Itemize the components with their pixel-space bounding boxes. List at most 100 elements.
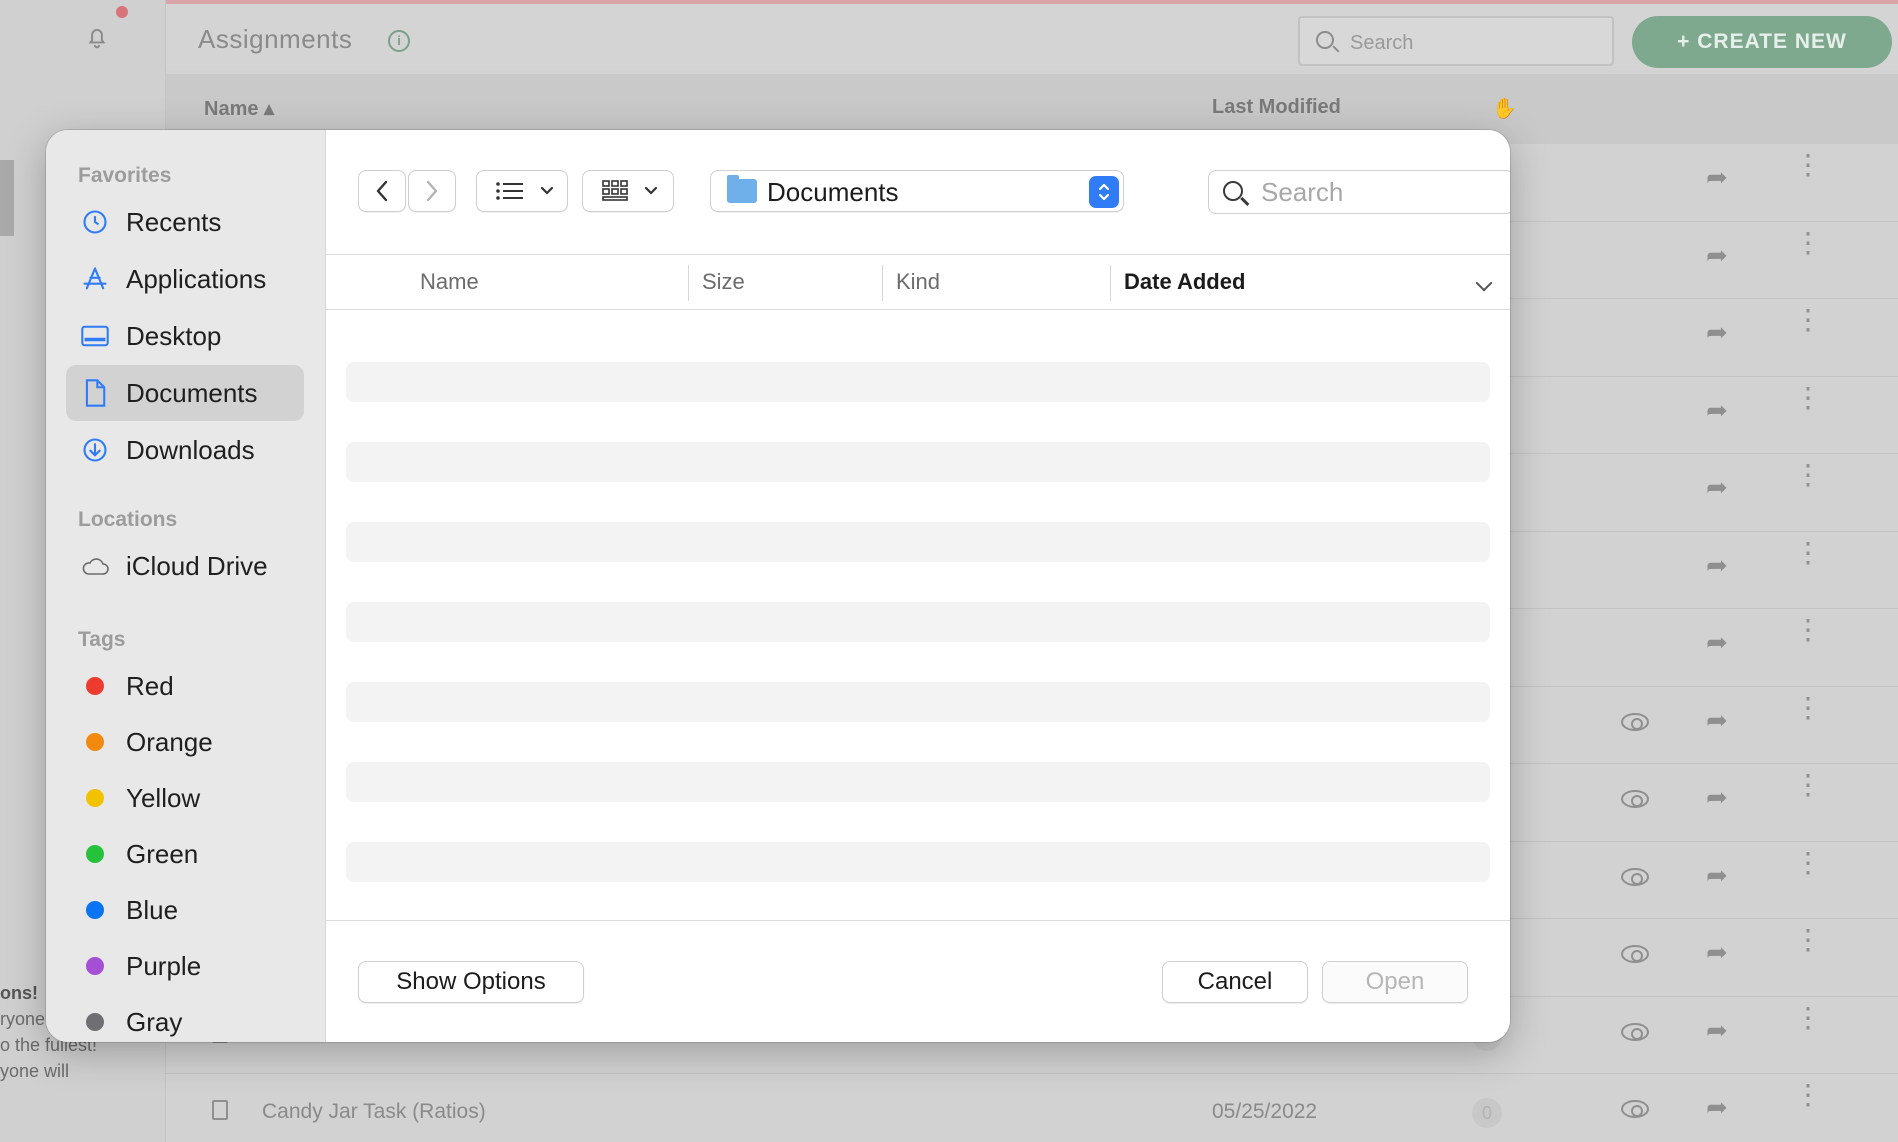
eye-icon[interactable]	[1621, 867, 1649, 886]
eye-icon[interactable]	[1621, 1022, 1649, 1041]
more-icon[interactable]: ⋮	[1794, 1081, 1822, 1109]
sidebar-item-downloads[interactable]: Downloads	[66, 422, 304, 478]
file-list	[346, 362, 1490, 922]
sidebar-item-documents[interactable]: Documents	[66, 365, 304, 421]
chevron-down-icon	[540, 186, 554, 195]
column-kind[interactable]: Kind	[896, 269, 940, 295]
share-icon[interactable]: ➦	[1706, 240, 1728, 271]
info-icon[interactable]: i	[388, 30, 410, 52]
list-item	[346, 762, 1490, 802]
share-icon[interactable]: ➦	[1706, 472, 1728, 503]
list-item	[346, 522, 1490, 562]
more-icon[interactable]: ⋮	[1794, 383, 1822, 411]
applications-icon	[80, 265, 110, 293]
sidebar-tag-purple[interactable]: Purple	[66, 938, 304, 994]
share-icon[interactable]: ➦	[1706, 937, 1728, 968]
app-search-placeholder: Search	[1350, 32, 1414, 54]
more-icon[interactable]: ⋮	[1794, 306, 1822, 334]
share-icon[interactable]: ➦	[1706, 162, 1728, 193]
tag-dot-icon	[80, 896, 110, 924]
more-icon[interactable]: ⋮	[1794, 693, 1822, 721]
tag-dot-icon	[80, 784, 110, 812]
sidebar-label: Desktop	[126, 321, 222, 351]
sidebar-item-applications[interactable]: Applications	[66, 251, 304, 307]
sidebar-tag-red[interactable]: Red	[66, 658, 304, 714]
share-icon[interactable]: ➦	[1706, 705, 1728, 736]
sidebar-label: Purple	[126, 951, 202, 981]
share-icon[interactable]: ➦	[1706, 317, 1728, 348]
tag-dot-icon	[80, 1008, 110, 1036]
group-view-button[interactable]	[582, 170, 674, 212]
column-date-added[interactable]: Date Added	[1124, 269, 1245, 295]
sidebar-label: Green	[126, 839, 199, 869]
dialog-search-field[interactable]	[1208, 170, 1510, 214]
file-open-dialog: Favorites Recents Applications Desktop D…	[46, 130, 1510, 1042]
open-button[interactable]: Open	[1322, 961, 1468, 1003]
sidebar-tag-gray[interactable]: Gray	[66, 994, 304, 1042]
tag-dot-icon	[80, 728, 110, 756]
favorites-heading: Favorites	[78, 164, 172, 187]
column-name[interactable]: Name	[420, 269, 479, 295]
app-search-input[interactable]: Search	[1298, 16, 1614, 66]
share-icon[interactable]: ➦	[1706, 782, 1728, 813]
more-icon[interactable]: ⋮	[1794, 1003, 1822, 1031]
clock-icon	[80, 208, 110, 236]
more-icon[interactable]: ⋮	[1794, 538, 1822, 566]
share-icon[interactable]: ➦	[1706, 395, 1728, 426]
column-size[interactable]: Size	[702, 269, 745, 295]
column-name[interactable]: Name ▴	[204, 96, 274, 121]
dialog-search-input[interactable]	[1261, 177, 1501, 207]
share-icon[interactable]: ➦	[1706, 1092, 1728, 1123]
sidebar-label: iCloud Drive	[126, 551, 268, 581]
eye-icon[interactable]	[1621, 1100, 1649, 1118]
create-new-button[interactable]: + CREATE NEW	[1632, 16, 1892, 68]
more-icon[interactable]: ⋮	[1794, 771, 1822, 799]
sidebar-label: Blue	[126, 895, 179, 925]
desktop-icon	[80, 322, 110, 350]
more-icon[interactable]: ⋮	[1794, 228, 1822, 256]
sidebar-tag-green[interactable]: Green	[66, 826, 304, 882]
chevron-right-icon	[426, 180, 438, 202]
column-last-modified[interactable]: Last Modified	[1212, 96, 1341, 119]
eye-icon[interactable]	[1621, 945, 1649, 963]
list-item	[346, 682, 1490, 722]
forward-button[interactable]	[408, 170, 456, 212]
share-icon[interactable]: ➦	[1706, 860, 1728, 891]
eye-icon[interactable]	[1621, 790, 1649, 808]
location-popup[interactable]: Documents	[710, 170, 1124, 212]
share-icon[interactable]: ➦	[1706, 550, 1728, 581]
back-button[interactable]	[358, 170, 406, 212]
sidebar-item-icloud-drive[interactable]: iCloud Drive	[66, 538, 304, 594]
more-icon[interactable]: ⋮	[1794, 848, 1822, 876]
search-icon	[1316, 31, 1334, 49]
share-icon[interactable]: ➦	[1706, 1015, 1728, 1046]
sidebar-tag-yellow[interactable]: Yellow	[66, 770, 304, 826]
more-icon[interactable]: ⋮	[1794, 151, 1822, 179]
column-divider	[882, 265, 883, 301]
list-view-button[interactable]	[476, 170, 568, 212]
sidebar-item-desktop[interactable]: Desktop	[66, 308, 304, 364]
show-options-button[interactable]: Show Options	[358, 961, 584, 1003]
cancel-button[interactable]: Cancel	[1162, 961, 1308, 1003]
notification-dot	[116, 6, 128, 18]
list-icon	[496, 182, 523, 200]
sidebar-item-recents[interactable]: Recents	[66, 194, 304, 250]
table-row[interactable]: Candy Jar Task (Ratios) 05/25/2022 0 ➦ ⋮	[166, 1074, 1898, 1142]
sort-chevron-down-icon[interactable]	[1475, 274, 1493, 292]
list-item	[346, 442, 1490, 482]
dialog-main: Documents Name Size Kind Date Added	[326, 130, 1510, 1042]
download-icon	[80, 436, 110, 464]
locations-heading: Locations	[78, 508, 178, 531]
sidebar-label: Documents	[126, 378, 258, 408]
dialog-footer: Show Options Cancel Open	[326, 920, 1510, 1042]
bell-icon[interactable]	[84, 24, 110, 50]
more-icon[interactable]: ⋮	[1794, 461, 1822, 489]
more-icon[interactable]: ⋮	[1794, 926, 1822, 954]
more-icon[interactable]: ⋮	[1794, 616, 1822, 644]
sidebar-tag-blue[interactable]: Blue	[66, 882, 304, 938]
document-icon	[212, 1100, 228, 1120]
row-name[interactable]: Candy Jar Task (Ratios)	[262, 1100, 486, 1124]
sidebar-tag-orange[interactable]: Orange	[66, 714, 304, 770]
eye-icon[interactable]	[1621, 712, 1649, 731]
share-icon[interactable]: ➦	[1706, 627, 1728, 658]
